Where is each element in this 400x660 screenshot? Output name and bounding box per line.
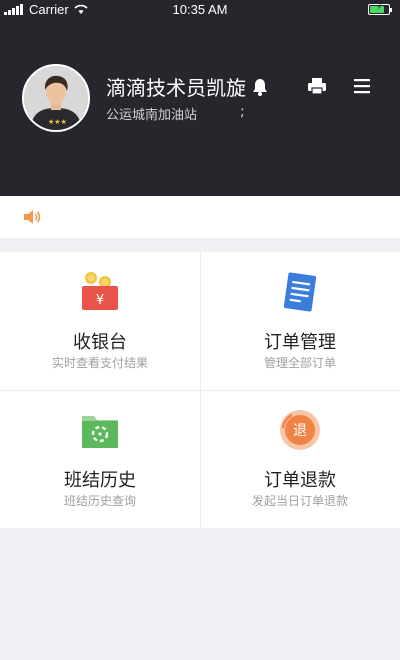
order-doc-icon: [283, 272, 317, 312]
tile-title: 订单管理: [264, 332, 336, 353]
cashier-icon: ¥: [82, 272, 118, 310]
tile-subtitle: 班结历史查询: [63, 494, 136, 508]
bell-icon[interactable]: [250, 77, 270, 101]
tile-subtitle: 管理全部订单: [263, 356, 336, 370]
status-bar: Carrier 10:35 AM ⚡: [0, 0, 400, 20]
tile-order-management[interactable]: 订单管理 管理全部订单: [200, 252, 400, 390]
tile-title: 收银台: [73, 332, 127, 353]
extra-mark: ;: [240, 104, 245, 120]
tile-cashier[interactable]: ¥ 收银台 实时查看支付结果: [0, 252, 200, 390]
profile-header: Carrier 10:35 AM ⚡ ★★★ 滴滴技术员凯旋 公运城南加油站 ;: [0, 0, 400, 196]
notice-bar[interactable]: [0, 196, 400, 238]
svg-text:¥: ¥: [96, 293, 104, 308]
tile-subtitle: 实时查看支付结果: [51, 356, 148, 370]
tile-refund[interactable]: 退 订单退款 发起当日订单退款: [200, 390, 400, 528]
avatar-portrait: ★★★: [24, 66, 88, 130]
svg-text:★★★: ★★★: [48, 118, 67, 126]
tile-title: 订单退款: [264, 470, 336, 491]
function-grid: ¥ 收银台 实时查看支付结果 订单管理 管理全部订单 班结历史 班结历史查询 退…: [0, 252, 400, 528]
tile-title: 班结历史: [64, 470, 136, 491]
tile-subtitle: 发起当日订单退款: [251, 494, 348, 508]
menu-icon[interactable]: [352, 77, 372, 99]
user-name: 滴滴技术员凯旋: [106, 76, 246, 100]
tile-shift-history[interactable]: 班结历史 班结历史查询: [0, 390, 200, 528]
station-name: 公运城南加油站: [106, 108, 198, 123]
printer-icon[interactable]: [306, 76, 328, 100]
shift-history-icon: [82, 416, 118, 448]
status-time: 10:35 AM: [172, 2, 228, 17]
svg-text:退: 退: [293, 423, 307, 439]
avatar[interactable]: ★★★: [22, 64, 90, 132]
speaker-icon: [22, 208, 42, 230]
refund-icon: 退: [280, 410, 320, 450]
battery-icon: ⚡: [368, 3, 392, 15]
